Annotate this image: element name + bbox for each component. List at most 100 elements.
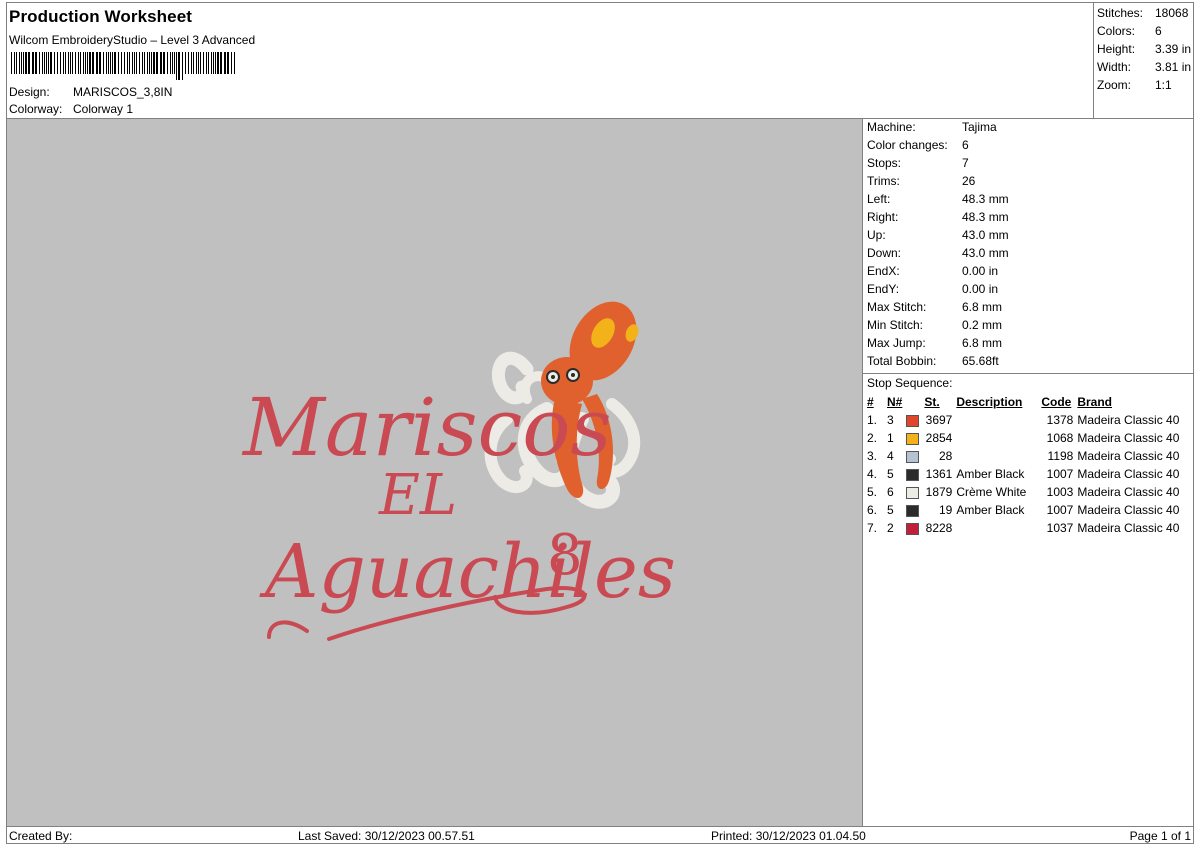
stop-description [954,429,1039,447]
machine-label: Min Stitch: [867,318,924,332]
summary-row: Zoom: 1:1 [1094,78,1194,96]
stop-code: 1037 [1046,521,1074,535]
machine-label: EndX: [867,264,900,278]
stop-needle: 4 [887,449,894,463]
summary-label: Colors: [1097,24,1136,38]
color-swatch [906,504,920,517]
stop-description [954,411,1039,429]
summary-value: 1:1 [1155,78,1172,92]
stop-brand: Madeira Classic 40 [1077,413,1180,427]
page-number: Page 1 of 1 [1129,829,1191,843]
worksheet: Production Worksheet Wilcom EmbroiderySt… [6,2,1194,844]
machine-label: Max Stitch: [867,300,927,314]
stop-code: 1378 [1046,413,1074,427]
stop-needle: 2 [887,521,894,535]
col-needle: N# [887,395,903,409]
colorway-value: Colorway 1 [73,102,134,116]
colorway-row: Colorway: Colorway 1 [9,102,133,116]
lettering-mariscos: Mariscos [241,381,612,474]
summary-row: Width: 3.81 in [1094,60,1194,78]
stop-needle: 5 [887,503,894,517]
stop-number: 2. [867,431,878,445]
summary-value: 3.39 in [1155,42,1192,56]
design-preview: Mariscos EL Aguachiles 8 [7,119,863,826]
machine-label: Machine: [867,120,916,134]
machine-label: Trims: [867,174,900,188]
last-saved: Last Saved: 30/12/2023 00.57.51 [298,829,475,843]
machine-value: 48.3 mm [962,210,1009,224]
stop-number: 7. [867,521,878,535]
stop-row: 2. 1 2854 1068 Madeira Classic 40 [865,429,1187,447]
machine-value: 26 [962,174,976,188]
details-panel: Machine: Tajima Color changes: 6 Stops: 7 Trim… [863,119,1194,826]
stop-code: 1003 [1046,485,1074,499]
color-swatch [906,486,920,499]
stop-sequence-table: # N# St. Description Code Brand 1. 3 3697 1… [865,393,1187,537]
lettering-eight: 8 [547,523,583,588]
stop-row: 3. 4 28 1198 Madeira Classic 40 [865,447,1187,465]
summary-value: 18068 [1155,6,1189,20]
stop-sequence-title: Stop Sequence: [863,373,1194,393]
machine-value: 0.00 in [962,282,999,296]
stop-swatch [904,465,922,483]
printed-date: Printed: 30/12/2023 01.04.50 [711,829,866,843]
worksheet-footer: Created By: Last Saved: 30/12/2023 00.57… [7,826,1194,844]
machine-info: Machine: Tajima Color changes: 6 Stops: 7 Trim… [863,119,1194,372]
machine-row: Max Jump: 6.8 mm [863,336,1194,354]
machine-row: Color changes: 6 [863,138,1194,156]
summary-label: Width: [1097,60,1132,74]
stop-row: 5. 6 1879 Crème White 1003 Madeira Classic 40 [865,483,1187,501]
color-swatch [906,414,920,427]
created-by: Created By: [9,829,73,843]
machine-label: EndY: [867,282,900,296]
summary-row: Colors: 6 [1094,24,1194,42]
stop-code: 1198 [1047,449,1074,463]
stop-brand: Madeira Classic 40 [1077,521,1180,535]
stop-row: 6. 5 19 Amber Black 1007 Madeira Classic 40 [865,501,1187,519]
stop-brand: Madeira Classic 40 [1077,485,1180,499]
stop-row: 4. 5 1361 Amber Black 1007 Madeira Classic 40 [865,465,1187,483]
stop-number: 6. [867,503,878,517]
summary-row: Height: 3.39 in [1094,42,1194,60]
machine-row: Stops: 7 [863,156,1194,174]
stop-brand: Madeira Classic 40 [1077,449,1180,463]
page-title: Production Worksheet [9,7,193,26]
machine-row: Up: 43.0 mm [863,228,1194,246]
design-lettering: Mariscos EL Aguachiles 8 [241,381,676,641]
machine-value: 43.0 mm [962,228,1009,242]
design-value: MARISCOS_3,8IN [73,85,173,99]
stop-code: 1068 [1046,431,1074,445]
stop-number: 3. [867,449,878,463]
barcode-image [11,52,235,80]
stop-description: Amber Black [956,503,1025,517]
stop-description: Crème White [956,485,1027,499]
stop-stitches: 28 [938,449,953,463]
stop-stitches: 3697 [925,413,953,427]
machine-label: Total Bobbin: [867,354,937,368]
machine-value: 43.0 mm [962,246,1009,260]
machine-label: Max Jump: [867,336,926,350]
machine-value: Tajima [962,120,997,134]
col-swatch [904,393,922,411]
stop-swatch [904,429,922,447]
stop-description [954,519,1039,537]
stop-stitches: 19 [938,503,953,517]
stop-number: 5. [867,485,878,499]
machine-row: Max Stitch: 6.8 mm [863,300,1194,318]
machine-row: Min Stitch: 0.2 mm [863,318,1194,336]
color-swatch [906,468,920,481]
machine-row: Left: 48.3 mm [863,192,1194,210]
machine-row: EndX: 0.00 in [863,264,1194,282]
machine-value: 65.68ft [962,354,999,368]
col-number: # [867,395,874,409]
stop-stitches: 2854 [925,431,953,445]
stop-code: 1007 [1046,467,1074,481]
stop-needle: 6 [887,485,894,499]
stop-swatch [904,447,922,465]
summary-row: Stitches: 18068 [1094,6,1194,24]
machine-value: 6.8 mm [962,300,1003,314]
machine-row: Trims: 26 [863,174,1194,192]
worksheet-header: Production Worksheet Wilcom EmbroiderySt… [7,3,1093,119]
machine-label: Left: [867,192,891,206]
machine-label: Right: [867,210,899,224]
